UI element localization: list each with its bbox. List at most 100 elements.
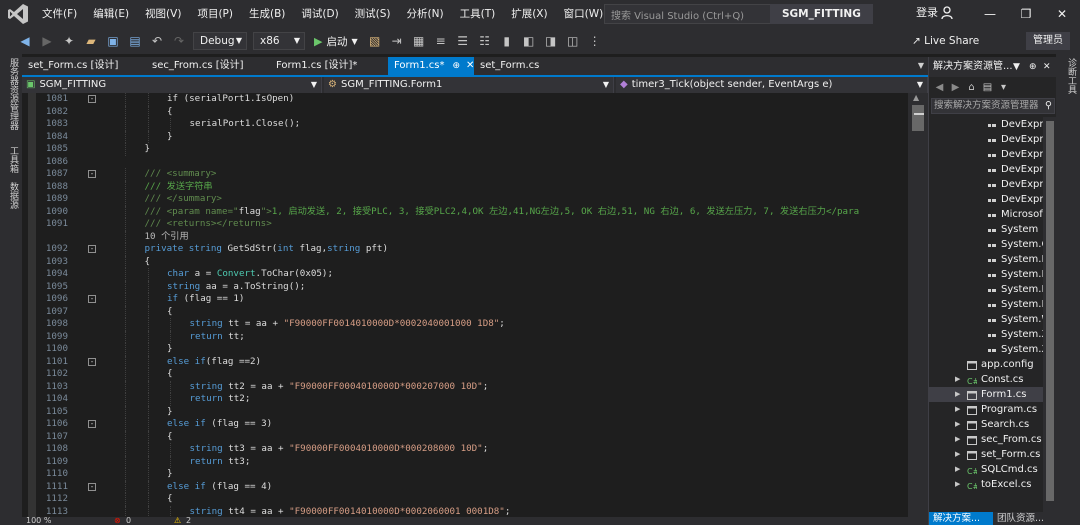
solution-tree-item[interactable]: ▶ C# Const.cs xyxy=(929,372,1043,387)
solution-tree-item[interactable]: DevExpre xyxy=(929,132,1043,147)
comment-out-icon[interactable]: ☰ xyxy=(454,32,472,50)
tab-form1-designer[interactable]: Form1.cs [设计]* xyxy=(270,57,388,75)
start-debugging-button[interactable]: ▶ 启动 ▼ xyxy=(314,34,358,49)
home-icon[interactable]: ⌂ xyxy=(965,81,978,94)
menu-item[interactable]: 扩展(X) xyxy=(503,0,555,28)
menu-item[interactable]: 视图(V) xyxy=(137,0,189,28)
collapse-icon[interactable]: - xyxy=(88,170,96,178)
code-line[interactable]: 1082 { xyxy=(22,105,908,118)
code-line[interactable]: 1112 { xyxy=(22,493,908,506)
solution-tree-item[interactable]: DevExpre xyxy=(929,147,1043,162)
code-line[interactable]: 1100} xyxy=(22,343,908,356)
solution-tree-item[interactable]: DevExpre xyxy=(929,117,1043,132)
type-select[interactable]: ⚙ SGM_FITTING.Form1 ▼ xyxy=(324,77,614,93)
code-line[interactable]: 1094 char a = Convert.ToChar(0x05); xyxy=(22,268,908,281)
tab-solution-explorer[interactable]: 解决方案... xyxy=(929,512,993,525)
tab-form1-code[interactable]: Form1.cs* ⊕ ✕ xyxy=(388,57,474,75)
code-line[interactable]: 1113 string tt4 = aa + "F90000FF001401000… xyxy=(22,505,908,517)
solution-tree-item[interactable]: app.config xyxy=(929,357,1043,372)
scroll-up-icon[interactable]: ▲ xyxy=(913,93,919,102)
maximize-button[interactable]: ❐ xyxy=(1008,0,1044,28)
solution-tree-item[interactable]: ▶ sec_From.cs xyxy=(929,432,1043,447)
scroll-thumb[interactable] xyxy=(912,105,924,131)
menu-item[interactable]: 编辑(E) xyxy=(85,0,137,28)
menu-item[interactable]: 项目(P) xyxy=(189,0,241,28)
expand-arrow-icon[interactable]: ▶ xyxy=(955,372,960,387)
code-line[interactable]: 1099 return tt; xyxy=(22,330,908,343)
menu-item[interactable]: 分析(N) xyxy=(399,0,452,28)
code-line[interactable]: 1087 - /// <summary> xyxy=(22,168,908,181)
expand-arrow-icon[interactable]: ▶ xyxy=(955,402,960,417)
solution-tree-item[interactable]: ▶ C# toExcel.cs xyxy=(929,477,1043,492)
tab-team-explorer[interactable]: 团队资源... xyxy=(993,512,1057,525)
solution-tree-item[interactable]: DevExpre xyxy=(929,162,1043,177)
new-project-icon[interactable]: ✦ xyxy=(60,32,78,50)
solution-tree-item[interactable]: DevExpre xyxy=(929,177,1043,192)
code-line[interactable]: 1102 { xyxy=(22,368,908,381)
code-line[interactable]: 1085} xyxy=(22,143,908,156)
tab-set-form-code[interactable]: set_Form.cs xyxy=(474,57,564,75)
menu-item[interactable]: 测试(S) xyxy=(347,0,399,28)
code-line[interactable]: 1084} xyxy=(22,130,908,143)
solution-tree-item[interactable]: ▶ set_Form.cs xyxy=(929,447,1043,462)
collapse-icon[interactable]: - xyxy=(88,245,96,253)
pin-icon[interactable]: ⊕ xyxy=(452,61,460,71)
collapse-icon[interactable]: - xyxy=(88,295,96,303)
solution-tree-item[interactable]: System xyxy=(929,222,1043,237)
solution-tree-item[interactable]: ▶ C# SQLCmd.cs xyxy=(929,462,1043,477)
warning-icon[interactable]: ⚠ xyxy=(174,517,181,525)
next-bookmark-icon[interactable]: ◨ xyxy=(542,32,560,50)
solution-platform-select[interactable]: x86 ▼ xyxy=(253,32,305,50)
quick-launch-search[interactable]: 搜索 Visual Studio (Ctrl+Q) ⚲ xyxy=(604,4,790,24)
expand-arrow-icon[interactable]: ▶ xyxy=(955,462,960,477)
hot-reload-icon[interactable]: ▧ xyxy=(366,32,384,50)
code-editor[interactable]: 1081 - if (serialPort1.IsOpen) 1082 {1083 ser… xyxy=(22,93,908,517)
code-line[interactable]: 1086 xyxy=(22,156,908,169)
code-line[interactable]: 1083 serialPort1.Close(); xyxy=(22,118,908,131)
close-window-button[interactable]: ✕ xyxy=(1044,0,1080,28)
step-over-icon[interactable]: ⇥ xyxy=(388,32,406,50)
solution-tree-item[interactable]: System.D xyxy=(929,252,1043,267)
solution-tree-item[interactable]: System.W xyxy=(929,312,1043,327)
collapse-icon[interactable]: - xyxy=(88,482,96,491)
code-line[interactable]: 1092- private string GetSdStr(int flag,st… xyxy=(22,243,908,256)
live-share-button[interactable]: ↗ Live Share xyxy=(912,32,979,50)
collapse-icon[interactable]: - xyxy=(88,357,96,366)
project-select[interactable]: ▣ SGM_FITTING ▼ xyxy=(22,77,322,93)
menu-item[interactable]: 窗口(W) xyxy=(556,0,612,28)
solution-tree-item[interactable]: ▶ Program.cs xyxy=(929,402,1043,417)
save-all-icon[interactable]: ▤ xyxy=(126,32,144,50)
uncomment-icon[interactable]: ☷ xyxy=(476,32,494,50)
auto-hide-pin-icon[interactable]: ⊕ xyxy=(1029,57,1037,77)
user-account-icon[interactable] xyxy=(941,6,955,20)
solution-tree-item[interactable]: System.D xyxy=(929,267,1043,282)
code-line[interactable]: 10 个引用 xyxy=(22,230,908,243)
expand-arrow-icon[interactable]: ▶ xyxy=(955,447,960,462)
code-line[interactable]: 1106 - else if (flag == 3) xyxy=(22,418,908,431)
code-line[interactable]: 1088 /// 发送字符串 xyxy=(22,180,908,193)
navigate-forward-icon[interactable]: ▶ xyxy=(38,32,56,50)
expand-arrow-icon[interactable]: ▶ xyxy=(955,417,960,432)
toolbar-overflow-icon[interactable]: ⋮ xyxy=(586,32,604,50)
save-icon[interactable]: ▣ xyxy=(104,32,122,50)
code-line[interactable]: 1110} xyxy=(22,468,908,481)
collapse-icon[interactable]: - xyxy=(88,95,96,103)
solution-tree-item[interactable]: Microsof xyxy=(929,207,1043,222)
code-line[interactable]: 1093 { xyxy=(22,255,908,268)
undo-icon[interactable]: ↶ xyxy=(148,32,166,50)
code-line[interactable]: 1089 /// </summary> xyxy=(22,193,908,206)
code-line[interactable]: 1101 - else if(flag ==2) xyxy=(22,355,908,368)
dropdown-icon[interactable]: ▾ xyxy=(997,81,1010,94)
scroll-thumb[interactable] xyxy=(1046,121,1054,501)
code-line[interactable]: 1105} xyxy=(22,405,908,418)
close-panel-icon[interactable]: ✕ xyxy=(1043,57,1051,77)
tab-sec-from-designer[interactable]: sec_From.cs [设计] xyxy=(146,57,270,75)
solution-tree-scrollbar[interactable] xyxy=(1043,117,1057,512)
diagnostic-tools-tab[interactable]: 诊断工具 xyxy=(1062,58,1076,94)
bookmark-icon[interactable]: ▮ xyxy=(498,32,516,50)
navigate-back-icon[interactable]: ◀ xyxy=(16,32,34,50)
collapse-icon[interactable]: - xyxy=(88,420,96,428)
code-line[interactable]: 1109 return tt3; xyxy=(22,455,908,468)
solution-tree-item[interactable]: System.D xyxy=(929,297,1043,312)
code-line[interactable]: 1095 string aa = a.ToString(); xyxy=(22,280,908,293)
